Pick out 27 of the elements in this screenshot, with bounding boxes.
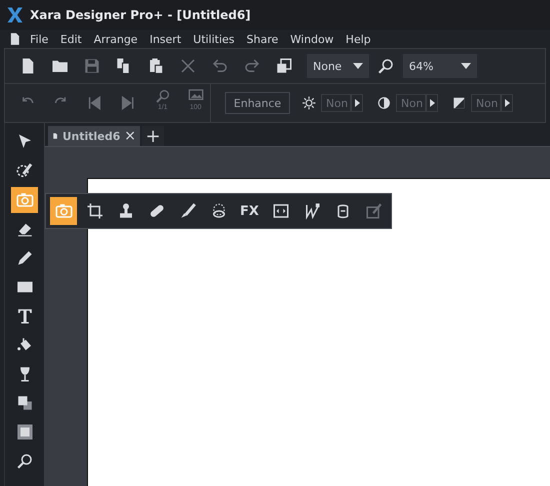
menu-item[interactable]: Utilities [193, 32, 235, 46]
menu-item[interactable]: Window [290, 32, 334, 46]
enhance-button[interactable]: Enhance [225, 92, 290, 114]
window-title: Xara Designer Pro+ - [Untitled6] [30, 8, 251, 22]
quality-dropdown[interactable]: None [307, 54, 369, 78]
zoom-icon[interactable] [377, 57, 395, 75]
brightness-icon [302, 96, 316, 110]
menu-item[interactable]: Arrange [94, 32, 138, 46]
arrow-button[interactable] [351, 94, 363, 112]
zoom-icon [154, 88, 171, 104]
arrow-button[interactable] [426, 94, 438, 112]
document-icon[interactable] [8, 31, 22, 47]
menu-item[interactable]: Edit [60, 32, 82, 46]
fx-button[interactable]: FX [236, 197, 263, 225]
tab-label: Untitled6 [62, 130, 120, 142]
menu-item[interactable]: Share [246, 32, 278, 46]
contrast-icon [377, 96, 391, 110]
new-tab-button[interactable]: + [142, 126, 164, 146]
menu-item[interactable]: Help [346, 32, 371, 46]
saturation-icon [452, 96, 466, 110]
document-tab[interactable]: Untitled6 × [48, 126, 140, 146]
arrow-button[interactable] [501, 94, 513, 112]
logo-icon [6, 5, 24, 25]
zoom-dropdown[interactable]: 64% [403, 54, 477, 78]
menu-item[interactable]: File [30, 32, 48, 46]
close-button[interactable]: × [124, 128, 136, 144]
menu-item[interactable]: Insert [150, 32, 182, 46]
